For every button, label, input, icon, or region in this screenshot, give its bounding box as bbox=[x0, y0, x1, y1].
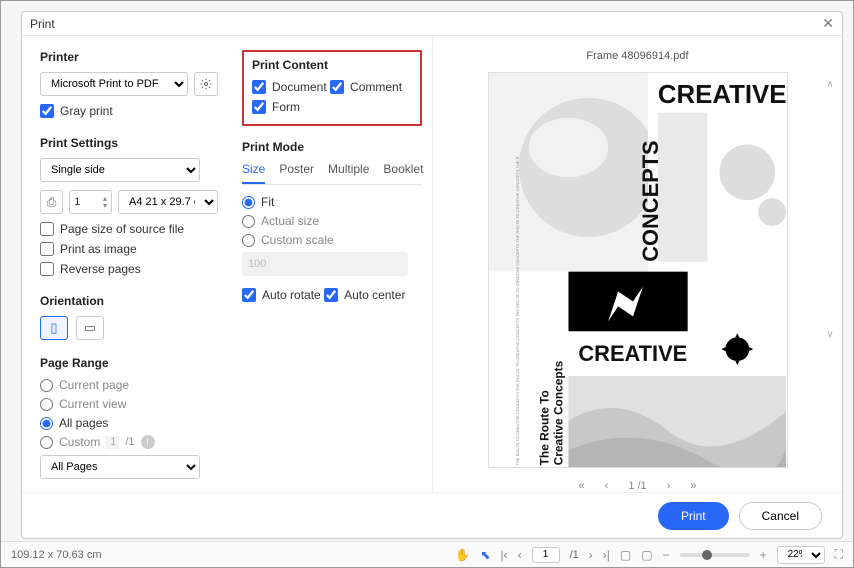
content-section-title: Print Content bbox=[252, 58, 412, 72]
tab-poster[interactable]: Poster bbox=[279, 162, 314, 184]
statusbar-page-total: /1 bbox=[570, 549, 579, 561]
fullscreen-icon[interactable]: ⛶ bbox=[835, 547, 843, 562]
svg-text:Creative Concepts: Creative Concepts bbox=[551, 360, 565, 465]
hand-tool-icon[interactable]: ✋ bbox=[455, 548, 470, 562]
select-tool-icon[interactable]: ⬉ bbox=[480, 548, 490, 562]
nav-first-icon[interactable]: « bbox=[579, 480, 585, 492]
content-comment-checkbox[interactable]: Comment bbox=[330, 80, 402, 94]
sides-select[interactable]: Single side bbox=[40, 158, 200, 182]
range-current-view[interactable]: Current view bbox=[40, 397, 218, 411]
printer-settings-button[interactable] bbox=[194, 72, 218, 96]
scroll-down-icon[interactable]: ∨ bbox=[822, 326, 838, 342]
first-page-icon[interactable]: |‹ bbox=[500, 548, 507, 562]
close-icon[interactable]: ✕ bbox=[822, 15, 834, 32]
orientation-section-title: Orientation bbox=[40, 294, 218, 308]
tab-multiple[interactable]: Multiple bbox=[328, 162, 369, 184]
mode-custom-scale[interactable]: Custom scale bbox=[242, 233, 422, 247]
settings-section-title: Print Settings bbox=[40, 136, 218, 150]
prev-page-icon[interactable]: ‹ bbox=[518, 548, 522, 562]
print-content-box: Print Content Document Comment Form bbox=[242, 50, 422, 126]
copies-icon: ⎙ bbox=[40, 190, 63, 214]
source-file-checkbox[interactable]: Page size of source file bbox=[40, 222, 184, 236]
range-custom-input[interactable] bbox=[106, 436, 119, 449]
mode-tabs: Size Poster Multiple Booklet bbox=[242, 162, 422, 185]
scale-input[interactable] bbox=[242, 252, 408, 276]
page-filter-select[interactable]: All Pages bbox=[40, 455, 200, 479]
range-current-page[interactable]: Current page bbox=[40, 378, 218, 392]
nav-page: 1 /1 bbox=[628, 480, 646, 492]
print-button[interactable]: Print bbox=[658, 502, 729, 530]
cancel-button[interactable]: Cancel bbox=[739, 502, 822, 530]
preview-page: CREATIVE CONCEPTS CREATIVE The Route To … bbox=[488, 72, 788, 468]
gear-icon bbox=[200, 78, 212, 90]
preview-artwork: CREATIVE CONCEPTS CREATIVE The Route To … bbox=[489, 73, 787, 468]
zoom-select[interactable]: 22% bbox=[777, 546, 825, 564]
statusbar: 109.12 x 70.63 cm ✋ ⬉ |‹ ‹ /1 › ›| ▢ ▢ −… bbox=[1, 541, 853, 567]
auto-rotate-checkbox[interactable]: Auto rotate bbox=[242, 288, 321, 302]
content-document-checkbox[interactable]: Document bbox=[252, 80, 327, 94]
tab-size[interactable]: Size bbox=[242, 162, 265, 184]
svg-text:CREATIVE: CREATIVE bbox=[578, 341, 687, 366]
nav-last-icon[interactable]: » bbox=[690, 480, 696, 492]
preview-filename: Frame 48096914.pdf bbox=[586, 50, 688, 62]
dialog-body: Printer Microsoft Print to PDF Gray prin… bbox=[22, 36, 842, 492]
print-as-image-checkbox[interactable]: Print as image bbox=[40, 242, 137, 256]
nav-prev-icon[interactable]: ‹ bbox=[605, 480, 609, 492]
view-mode2-icon[interactable]: ▢ bbox=[641, 548, 652, 562]
orientation-landscape[interactable]: ▭ bbox=[76, 316, 104, 340]
nav-next-icon[interactable]: › bbox=[667, 480, 671, 492]
svg-text:CONCEPTS: CONCEPTS bbox=[637, 140, 662, 261]
tab-booklet[interactable]: Booklet bbox=[383, 162, 423, 184]
svg-text:The Route To: The Route To bbox=[537, 390, 551, 465]
last-page-icon[interactable]: ›| bbox=[603, 548, 610, 562]
warning-icon: ! bbox=[141, 435, 155, 449]
dialog-title: Print bbox=[30, 17, 55, 31]
scroll-up-icon[interactable]: ∧ bbox=[822, 76, 838, 92]
orientation-portrait[interactable]: ▯ bbox=[40, 316, 68, 340]
copies-stepper[interactable]: 1▴▾ bbox=[69, 190, 112, 214]
middle-column: Print Content Document Comment Form Prin… bbox=[232, 36, 432, 492]
range-section-title: Page Range bbox=[40, 356, 218, 370]
auto-center-checkbox[interactable]: Auto center bbox=[324, 288, 405, 302]
statusbar-page-input[interactable] bbox=[532, 547, 560, 563]
printer-section-title: Printer bbox=[40, 50, 218, 64]
view-mode-icon[interactable]: ▢ bbox=[620, 548, 631, 562]
content-form-checkbox[interactable]: Form bbox=[252, 100, 300, 114]
print-dialog: Print ✕ Printer Microsoft Print to PDF G… bbox=[21, 11, 843, 539]
gray-print-checkbox[interactable]: Gray print bbox=[40, 104, 113, 118]
preview-panel: ∧ ∨ Frame 48096914.pdf CREATIVE CONCEPTS bbox=[432, 36, 842, 492]
dialog-titlebar: Print ✕ bbox=[22, 12, 842, 36]
dialog-footer: Print Cancel bbox=[22, 492, 842, 538]
zoom-slider[interactable] bbox=[680, 553, 750, 557]
range-all-pages[interactable]: All pages bbox=[40, 416, 218, 430]
zoom-out-icon[interactable]: − bbox=[663, 548, 670, 562]
range-custom[interactable]: Custom /1 ! bbox=[40, 435, 218, 449]
svg-text:THE ROUTE TO CREATIVE CONCEPTS: THE ROUTE TO CREATIVE CONCEPTS THE ROUTE… bbox=[514, 156, 519, 465]
mode-section-title: Print Mode bbox=[242, 140, 422, 154]
paper-size-select[interactable]: A4 21 x 29.7 cm bbox=[118, 190, 218, 214]
left-column: Printer Microsoft Print to PDF Gray prin… bbox=[22, 36, 232, 492]
mode-fit[interactable]: Fit bbox=[242, 195, 422, 209]
svg-text:CREATIVE: CREATIVE bbox=[657, 81, 786, 109]
mode-actual[interactable]: Actual size bbox=[242, 214, 422, 228]
next-page-icon[interactable]: › bbox=[589, 548, 593, 562]
zoom-in-icon[interactable]: + bbox=[760, 548, 767, 562]
reverse-pages-checkbox[interactable]: Reverse pages bbox=[40, 262, 141, 276]
statusbar-dimensions: 109.12 x 70.63 cm bbox=[11, 549, 102, 561]
preview-page-nav: « ‹ 1 /1 › » bbox=[579, 480, 697, 492]
printer-select[interactable]: Microsoft Print to PDF bbox=[40, 72, 188, 96]
